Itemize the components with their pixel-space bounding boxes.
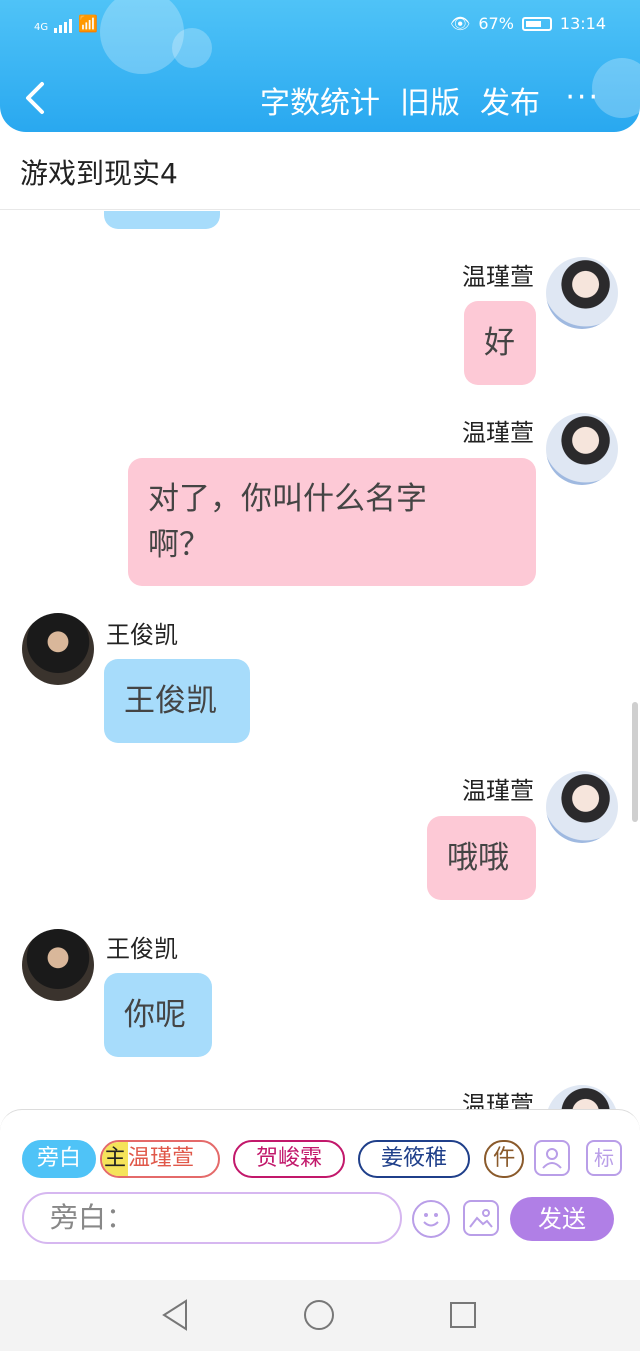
system-nav-bar <box>0 1280 640 1351</box>
role-narration[interactable]: 旁白 <box>22 1140 96 1178</box>
battery-icon <box>521 16 552 31</box>
main-role-tag: 主 <box>102 1142 129 1176</box>
role-main-label: 温瑾萱 <box>128 1146 195 1171</box>
message-bubble[interactable]: 你呢 <box>104 973 212 1057</box>
message-input[interactable]: 旁白： <box>22 1192 402 1244</box>
sender-name: 温瑾萱 <box>462 777 534 805</box>
title-bar: 游戏到现实4 <box>0 132 640 210</box>
avatar[interactable] <box>22 613 94 685</box>
message-bubble[interactable]: 哦哦 <box>427 816 536 900</box>
signal-icon <box>54 19 73 33</box>
message-bubble[interactable]: 对了，你叫什么名字 啊？ <box>128 458 536 586</box>
nav-back-icon[interactable] <box>160 1298 190 1332</box>
app-header: 4G 📶 👁 67% 13:14 字数统计 旧版 发布 ··· <box>0 0 640 132</box>
message-line: 啊？ <box>148 527 210 563</box>
old-version-button[interactable]: 旧版 <box>400 78 460 122</box>
sender-name: 温瑾萱 <box>462 263 534 291</box>
send-button[interactable]: 发送 <box>510 1197 614 1241</box>
clock: 13:14 <box>559 14 606 33</box>
chevron-left-icon <box>26 82 44 114</box>
page-title[interactable]: 游戏到现实4 <box>20 152 178 192</box>
role-he[interactable]: 贺峻霖 <box>233 1140 345 1178</box>
avatar[interactable] <box>546 771 618 843</box>
person-icon[interactable] <box>534 1140 570 1176</box>
role-main[interactable]: 主温瑾萱 <box>100 1140 220 1178</box>
chat-area[interactable]: 温瑾萱 好 温瑾萱 对了，你叫什么名字 啊？ 王俊凯 王俊凯 温瑾萱 哦哦 王俊… <box>0 211 640 1109</box>
sender-name: 温瑾萱 <box>462 419 534 447</box>
scrollbar[interactable] <box>632 702 638 822</box>
message-bubble[interactable]: 王俊凯 <box>104 659 250 743</box>
sender-name: 王俊凯 <box>106 935 178 963</box>
avatar[interactable] <box>546 413 618 485</box>
battery-percent: 67% <box>478 14 514 33</box>
status-bar: 4G 📶 👁 67% 13:14 <box>0 12 640 38</box>
nav-recent-icon[interactable] <box>450 1302 476 1328</box>
eye-icon: 👁 <box>450 14 471 33</box>
more-menu-button[interactable]: ··· <box>565 80 600 115</box>
role-jiang[interactable]: 姜筱稚 <box>358 1140 470 1178</box>
image-icon[interactable] <box>463 1200 499 1236</box>
avatar[interactable] <box>546 1085 618 1109</box>
emoji-icon[interactable] <box>412 1200 450 1238</box>
sender-name: 温瑾萱 <box>462 1091 534 1109</box>
message-line: 对了，你叫什么名字 <box>148 481 427 517</box>
publish-button[interactable]: 发布 <box>480 78 540 122</box>
header-actions: 字数统计 旧版 发布 <box>260 78 540 122</box>
back-button[interactable] <box>20 78 50 118</box>
sender-name: 王俊凯 <box>106 621 178 649</box>
role-partial[interactable]: 仵 <box>484 1140 524 1178</box>
wifi-icon: 📶 <box>78 14 99 33</box>
nav-home-icon[interactable] <box>304 1300 334 1330</box>
network-type: 4G <box>34 22 49 33</box>
input-panel: 旁白 主温瑾萱 贺峻霖 姜筱稚 仵 标 旁白： 发送 <box>0 1109 640 1244</box>
avatar[interactable] <box>546 257 618 329</box>
word-count-button[interactable]: 字数统计 <box>260 78 380 122</box>
message-bubble[interactable]: 好 <box>464 301 536 385</box>
message-bubble-partial <box>104 211 220 229</box>
tag-button[interactable]: 标 <box>586 1140 622 1176</box>
avatar[interactable] <box>22 929 94 1001</box>
